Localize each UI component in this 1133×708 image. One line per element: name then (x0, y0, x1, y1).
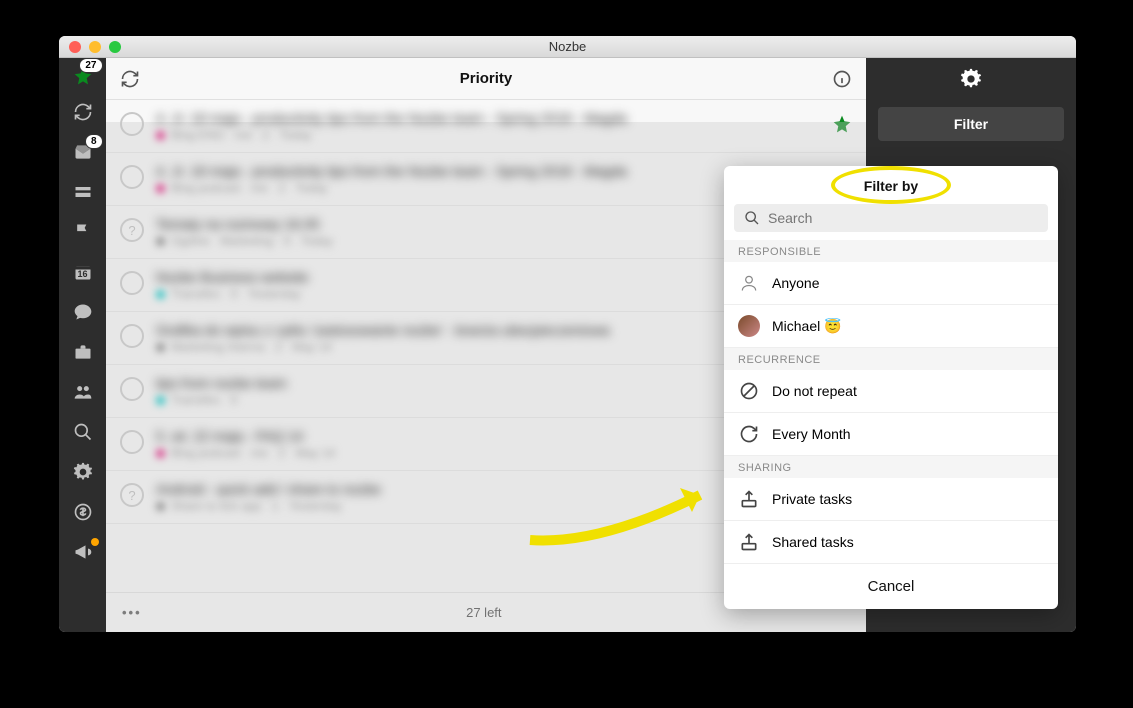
footer-menu-button[interactable]: ••• (122, 605, 142, 620)
sidebar-categories[interactable] (71, 220, 95, 244)
team-icon (73, 382, 93, 402)
task-checkbox[interactable] (120, 324, 144, 348)
sidebar-settings[interactable] (71, 460, 95, 484)
task-number: 4. (156, 163, 168, 179)
inbox-badge: 8 (85, 134, 103, 149)
section-responsible: RESPONSIBLE (724, 240, 1058, 262)
calendar-day: 16 (77, 269, 87, 279)
task-checkbox[interactable]: ? (120, 218, 144, 242)
sidebar-inbox[interactable]: 8 (71, 140, 95, 164)
section-recurrence: RECURRENCE (724, 348, 1058, 370)
filter-label: Michael 😇 (772, 318, 842, 335)
filter-anyone[interactable]: Anyone (724, 262, 1058, 305)
footer-count: 27 left (466, 605, 501, 620)
filter-label: Shared tasks (772, 534, 854, 550)
toolbar: Priority (106, 58, 866, 100)
task-meta: Blog ENG · me · 2 · Today (156, 128, 820, 142)
dollar-icon (73, 502, 93, 522)
search-icon (744, 210, 760, 226)
filter-every-month[interactable]: Every Month (724, 413, 1058, 456)
filter-private-tasks[interactable]: Private tasks (724, 478, 1058, 521)
sidebar-team[interactable] (71, 380, 95, 404)
popup-cancel-button[interactable]: Cancel (724, 564, 1058, 609)
sidebar-refresh[interactable] (71, 100, 95, 124)
share-icon (738, 488, 760, 510)
filter-label: Anyone (772, 275, 819, 291)
filter-michael[interactable]: Michael 😇 (724, 305, 1058, 348)
task-checkbox[interactable]: ? (120, 483, 144, 507)
project-dot-icon (156, 131, 165, 140)
search-icon (73, 422, 93, 442)
filter-button[interactable]: Filter (878, 107, 1064, 141)
avatar-icon (738, 315, 760, 337)
flag-icon (73, 222, 93, 242)
popup-title: Filter by (724, 166, 1058, 204)
project-dot-icon (156, 502, 165, 511)
popup-search[interactable] (734, 204, 1048, 232)
refresh-icon (73, 102, 93, 122)
filter-label: Do not repeat (772, 383, 857, 399)
popup-search-input[interactable] (768, 210, 1038, 226)
task-checkbox[interactable] (120, 165, 144, 189)
no-repeat-icon (738, 380, 760, 402)
projects-icon (73, 182, 93, 202)
filter-shared-tasks[interactable]: Shared tasks (724, 521, 1058, 564)
sync-icon (120, 69, 140, 89)
task-checkbox[interactable] (120, 430, 144, 454)
task-checkbox[interactable] (120, 377, 144, 401)
gear-icon (73, 462, 93, 482)
task-row[interactable]: 4.Jr. 18 maja - productivity tips from t… (106, 100, 866, 153)
info-icon (832, 69, 852, 89)
section-sharing: SHARING (724, 456, 1058, 478)
toolbar-title: Priority (460, 70, 513, 87)
sidebar-templates[interactable] (71, 340, 95, 364)
filter-do-not-repeat[interactable]: Do not repeat (724, 370, 1058, 413)
sidebar-comments[interactable] (71, 300, 95, 324)
task-checkbox[interactable] (120, 112, 144, 136)
filter-label: Every Month (772, 426, 851, 442)
filter-label: Private tasks (772, 491, 852, 507)
project-dot-icon (156, 396, 165, 405)
titlebar: Nozbe (59, 36, 1076, 58)
chat-icon (73, 302, 93, 322)
filter-popup: Filter by RESPONSIBLE Anyone Michael 😇 R… (724, 166, 1058, 609)
sidebar-projects[interactable] (71, 180, 95, 204)
sidebar: 27 8 16 (59, 58, 106, 632)
task-body: 4.Jr. 18 maja - productivity tips from t… (156, 110, 820, 142)
gear-icon (960, 68, 982, 90)
project-dot-icon (156, 343, 165, 352)
priority-badge: 27 (79, 58, 102, 73)
promo-dot (91, 538, 99, 546)
share-icon (738, 531, 760, 553)
project-dot-icon (156, 449, 165, 458)
project-dot-icon (156, 184, 165, 193)
toolbar-info-button[interactable] (832, 69, 852, 89)
sidebar-priority[interactable]: 27 (71, 64, 95, 88)
sidebar-calendar[interactable]: 16 (71, 260, 95, 284)
person-icon (738, 272, 760, 294)
rightpanel-settings-button[interactable] (960, 68, 982, 95)
sidebar-promo[interactable] (71, 540, 95, 564)
task-number: 4. (156, 110, 168, 126)
sidebar-search[interactable] (71, 420, 95, 444)
project-dot-icon (156, 290, 165, 299)
toolbar-sync-button[interactable] (120, 69, 140, 89)
window-title: Nozbe (59, 39, 1076, 54)
briefcase-icon (73, 342, 93, 362)
sidebar-account[interactable] (71, 500, 95, 524)
project-dot-icon (156, 237, 165, 246)
task-checkbox[interactable] (120, 271, 144, 295)
task-number: 5. (156, 428, 168, 444)
task-title: 4.Jr. 18 maja - productivity tips from t… (156, 110, 820, 126)
megaphone-icon (73, 542, 93, 562)
task-star-icon[interactable] (832, 114, 852, 139)
repeat-icon (738, 423, 760, 445)
